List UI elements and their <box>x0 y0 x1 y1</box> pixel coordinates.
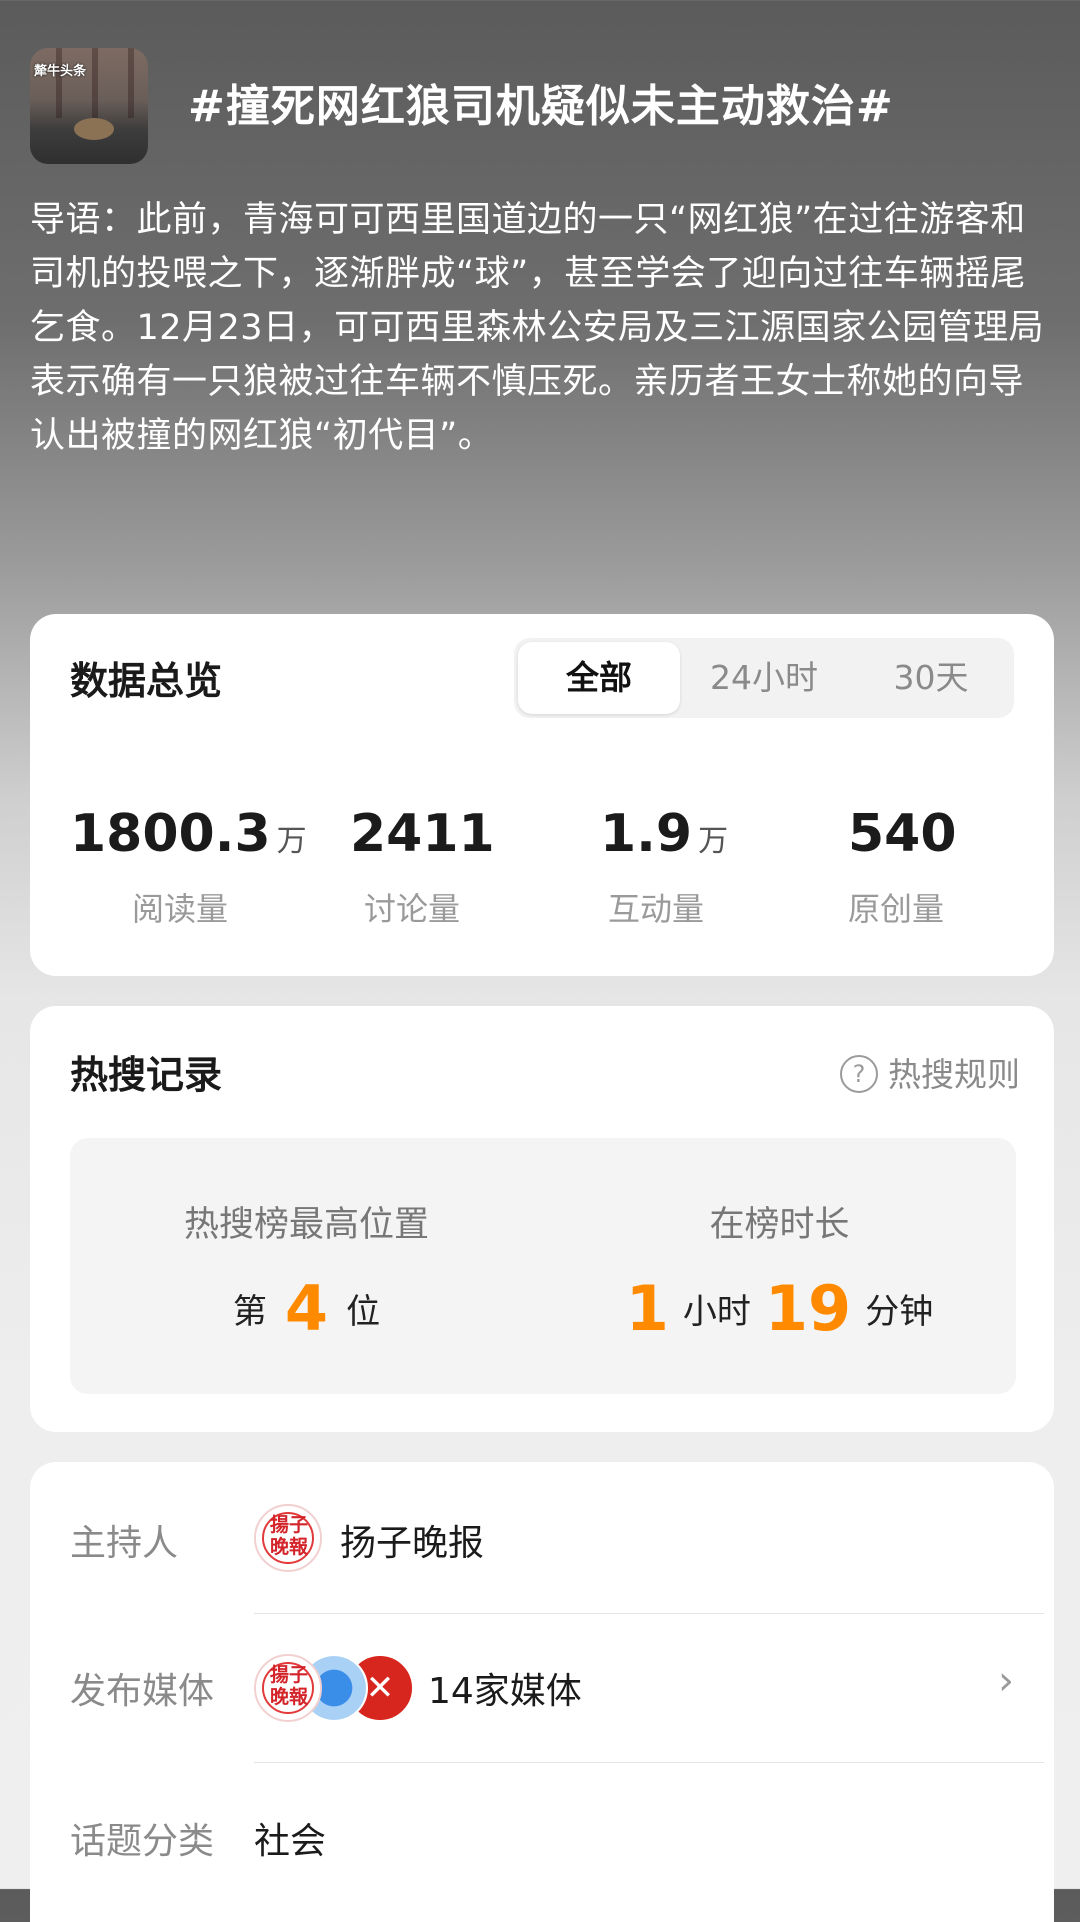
best-rank: 热搜榜最高位置 第4位 <box>70 1138 543 1394</box>
wolf-image <box>74 118 114 140</box>
chevron-right-icon: › <box>998 1658 1014 1704</box>
thumb-decoration <box>92 48 98 118</box>
hot-stats-panel: 热搜榜最高位置 第4位 在榜时长 1 小时 19 分钟 <box>70 1138 1016 1394</box>
data-overview-card: 数据总览 全部 24小时 30天 1800.3 万 阅读量 2411 讨论量 1.… <box>30 614 1054 976</box>
duration-label: 在榜时长 <box>709 1205 850 1245</box>
divider <box>254 1762 1044 1763</box>
category-label: 话题分类 <box>70 1821 215 1862</box>
rank-suffix: 位 <box>346 1292 381 1332</box>
host-logo: 揚子晚報 <box>254 1504 322 1572</box>
duration-minutes-unit: 分钟 <box>865 1292 934 1332</box>
category-value: 社会 <box>254 1821 327 1862</box>
stat-label: 原创量 <box>848 890 945 928</box>
media-logo-yangzi: 揚子晚報 <box>254 1654 322 1722</box>
topic-thumbnail[interactable]: 犛牛头条 <box>30 48 148 164</box>
duration-hours-unit: 小时 <box>682 1292 751 1332</box>
hot-search-card: 热搜记录 ? 热搜规则 热搜榜最高位置 第4位 在榜时长 1 小时 19 分钟 <box>30 1006 1054 1432</box>
hot-rule-label: 热搜规则 <box>888 1055 1020 1094</box>
hot-rule-link[interactable]: ? 热搜规则 <box>840 1048 1020 1096</box>
list-duration: 在榜时长 1 小时 19 分钟 <box>543 1138 1016 1394</box>
best-rank-label: 热搜榜最高位置 <box>183 1205 429 1245</box>
host-logo-text: 揚子晚報 <box>269 1514 308 1558</box>
rank-prefix: 第 <box>232 1292 267 1332</box>
duration-minutes: 19 <box>764 1272 852 1345</box>
stat-label: 互动量 <box>608 890 705 928</box>
media-label: 发布媒体 <box>70 1671 215 1712</box>
topic-guide-text: 导语：此前，青海可可西里国道边的一只“网红狼”在过往游客和司机的投喂之下，逐渐胖… <box>30 200 1045 456</box>
tab-30d[interactable]: 30天 <box>848 638 1014 718</box>
tab-all[interactable]: 全部 <box>518 642 680 714</box>
question-icon: ? <box>840 1054 878 1093</box>
duration-hours: 1 <box>625 1272 669 1345</box>
stat-label: 讨论量 <box>364 890 461 928</box>
tab-24h[interactable]: 24小时 <box>680 638 848 718</box>
thumb-decoration <box>128 48 134 118</box>
topic-info-card: 主持人 揚子晚報 扬子晚报 发布媒体 揚子晚報 ✕ 14家媒体 › 话题分类 社… <box>30 1462 1054 1922</box>
stat-label: 阅读量 <box>132 890 229 928</box>
hot-title: 热搜记录 <box>70 1053 223 1097</box>
stat-value: 1.9 <box>600 804 693 864</box>
stat-value: 1800.3 <box>70 804 271 864</box>
media-count: 14家媒体 <box>428 1671 582 1712</box>
topic-title: #撞死网红狼司机疑似未主动救治# <box>188 81 894 132</box>
time-range-tabs: 全部 24小时 30天 <box>514 638 1014 718</box>
overview-title: 数据总览 <box>70 659 223 703</box>
stat-value: 540 <box>848 804 957 864</box>
thumb-caption: 犛牛头条 <box>34 64 87 79</box>
stat-value: 2411 <box>350 804 495 864</box>
host-name[interactable]: 扬子晚报 <box>340 1514 484 1566</box>
stat-unit: 万 <box>698 824 729 859</box>
stat-unit: 万 <box>276 824 307 859</box>
thumb-decoration <box>56 48 62 118</box>
divider <box>254 1613 1044 1614</box>
media-logo-text: 揚子晚報 <box>269 1664 308 1708</box>
host-label: 主持人 <box>70 1523 179 1564</box>
rank-value: 4 <box>284 1272 329 1345</box>
topic-header: 犛牛头条 #撞死网红狼司机疑似未主动救治# 导语：此前，青海可可西里国道边的一只… <box>0 0 1080 600</box>
